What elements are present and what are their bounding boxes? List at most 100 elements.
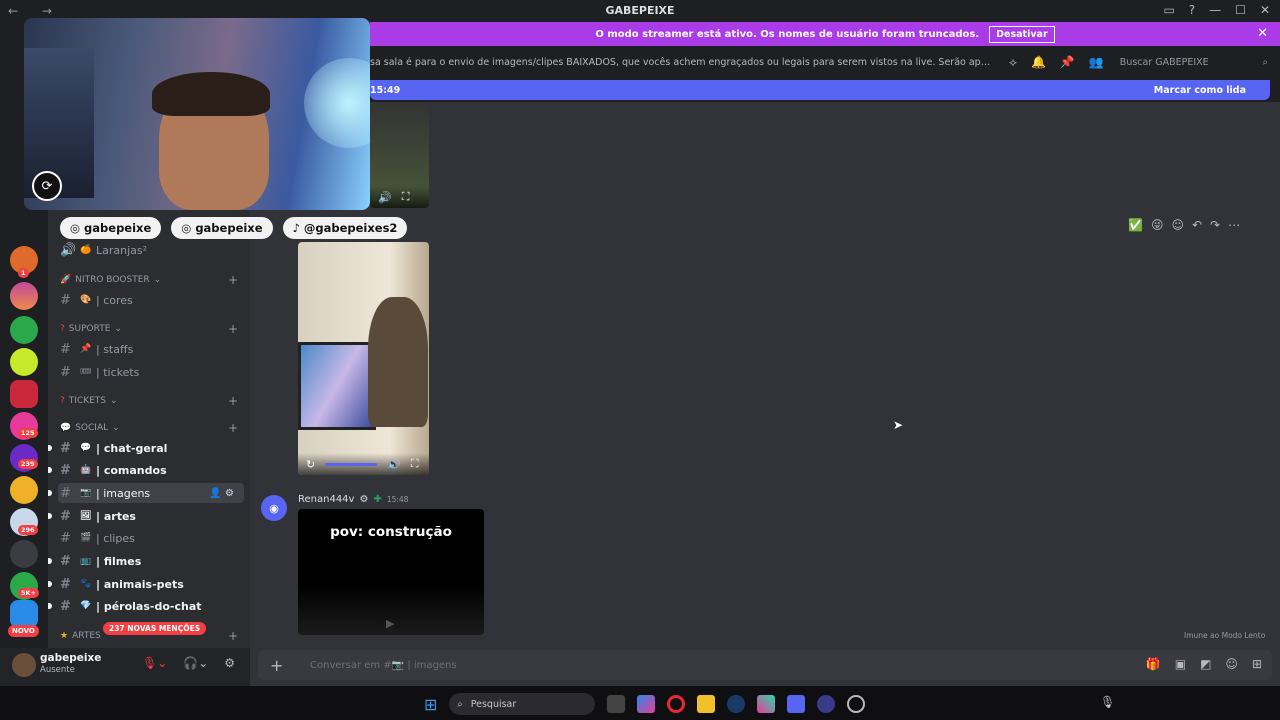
maximize-button[interactable]: ☐ bbox=[1235, 3, 1246, 17]
play-icon[interactable]: ▶ bbox=[386, 617, 394, 630]
server-icon[interactable] bbox=[10, 348, 38, 376]
replay-icon[interactable]: ↻ bbox=[306, 458, 315, 471]
add-channel-icon[interactable]: + bbox=[228, 421, 238, 435]
channel-name: | chat-geral bbox=[96, 441, 168, 455]
mic-icon[interactable]: 🎙 bbox=[1100, 695, 1115, 709]
volume-icon[interactable]: 🔊 bbox=[378, 191, 392, 204]
apps-icon[interactable]: ⊞ bbox=[1252, 657, 1262, 671]
video-attachment[interactable]: pov: construção ▶ bbox=[298, 509, 484, 635]
user-panel: gabepeixe Ausente 🎙⌄ 🎧⌄ ⚙ bbox=[0, 648, 250, 686]
opera-icon[interactable] bbox=[667, 695, 686, 713]
threads-icon[interactable]: ⟡ bbox=[1009, 55, 1017, 70]
bell-icon[interactable]: 🔔 bbox=[1031, 55, 1046, 70]
add-channel-icon[interactable]: + bbox=[228, 322, 238, 336]
server-icon[interactable] bbox=[10, 316, 38, 344]
minimize-button[interactable]: — bbox=[1209, 3, 1221, 17]
help-icon[interactable]: ? bbox=[1189, 3, 1195, 17]
new-badge: NOVO bbox=[8, 625, 39, 637]
gif-icon[interactable]: ▣ bbox=[1175, 657, 1186, 671]
search-input[interactable]: Buscar GABEPEIXE ⌕ bbox=[1113, 52, 1274, 72]
add-reaction-icon[interactable]: ☺ bbox=[1171, 218, 1184, 232]
channel-staffs[interactable]: # 📌 | staffs bbox=[58, 339, 244, 359]
channel-artes[interactable]: # 🖼 | artes bbox=[48, 506, 244, 526]
channel-settings-icon[interactable]: 👤 ⚙ bbox=[209, 488, 234, 499]
channel-topic[interactable]: sa sala é para o envio de imagens/clipes… bbox=[370, 57, 995, 68]
add-channel-icon[interactable]: + bbox=[228, 273, 238, 287]
app-icon[interactable] bbox=[757, 695, 776, 713]
close-button[interactable]: ✕ bbox=[1260, 3, 1270, 17]
server-icon[interactable] bbox=[10, 380, 38, 408]
mark-as-read-button[interactable]: Marcar como lida bbox=[1154, 85, 1246, 96]
more-icon[interactable]: ⋯ bbox=[1228, 218, 1240, 232]
gift-icon[interactable]: 🎁 bbox=[1146, 657, 1161, 671]
chevron-down-icon: ⌄ bbox=[114, 324, 122, 334]
channel-name: | imagens bbox=[96, 486, 151, 500]
channel-filmes[interactable]: # 📺 | filmes bbox=[48, 551, 244, 571]
category-suporte[interactable]: ? SUPORTE ⌄ + bbox=[60, 322, 250, 336]
hash-icon: # bbox=[60, 341, 71, 357]
volume-icon[interactable]: 🔊 bbox=[387, 458, 401, 471]
discord-icon[interactable] bbox=[787, 695, 806, 713]
channel-laranjas[interactable]: 🔊 🍊 Laranjas² bbox=[58, 240, 244, 260]
check-icon[interactable]: ✅ bbox=[1128, 218, 1143, 232]
chevron-down-icon: ⌄ bbox=[153, 275, 162, 285]
app-icon[interactable] bbox=[817, 695, 836, 713]
new-messages-bar[interactable]: 15:49 Marcar como lida bbox=[370, 80, 1270, 100]
forward-icon[interactable]: ↷ bbox=[1210, 218, 1220, 232]
obs-icon[interactable] bbox=[847, 695, 866, 713]
inbox-icon[interactable]: ▭ bbox=[1163, 3, 1174, 17]
category-social[interactable]: 💬 SOCIAL ⌄ + bbox=[60, 421, 250, 435]
author-name[interactable]: Renan444v bbox=[298, 494, 354, 505]
add-channel-icon[interactable]: + bbox=[228, 394, 238, 408]
windows-start-icon[interactable]: ⊞ bbox=[424, 695, 437, 714]
channel-cores[interactable]: # 🎨 | cores bbox=[58, 290, 244, 310]
server-icon[interactable] bbox=[10, 282, 38, 310]
username[interactable]: gabepeixe bbox=[40, 652, 101, 664]
channel-comandos[interactable]: # 🤖 | comandos bbox=[48, 460, 244, 480]
server-icon[interactable] bbox=[10, 600, 38, 628]
emoji-icon[interactable]: ☺ bbox=[1225, 657, 1238, 671]
category-tickets[interactable]: ? TICKETS ⌄ + bbox=[60, 394, 250, 408]
members-icon[interactable]: 👥 bbox=[1089, 55, 1104, 70]
social-handles: ◎ gabepeixe ◎ gabepeixe ♪ @gabepeixes2 bbox=[60, 217, 408, 239]
light-glow bbox=[304, 58, 370, 148]
channel-tickets[interactable]: # 🎟 | tickets bbox=[58, 362, 244, 382]
steam-icon[interactable] bbox=[727, 695, 746, 713]
headphones-icon[interactable]: 🎧⌄ bbox=[183, 656, 208, 670]
file-explorer-icon[interactable] bbox=[697, 695, 716, 713]
video-attachment[interactable]: ↻ 🔊 ⛶ bbox=[298, 242, 429, 475]
server-icon[interactable] bbox=[10, 540, 38, 568]
add-channel-icon[interactable]: + bbox=[228, 629, 238, 643]
reply-icon[interactable]: ↶ bbox=[1192, 218, 1202, 232]
pin-icon[interactable]: 📌 bbox=[1060, 55, 1075, 70]
channel-imagens[interactable]: # 📷 | imagens 👤 ⚙ bbox=[48, 483, 244, 503]
question-icon: ? bbox=[60, 396, 65, 406]
reaction-icon[interactable]: 😜 bbox=[1151, 218, 1164, 232]
avatar[interactable]: ◉ bbox=[261, 495, 287, 521]
new-mentions-badge[interactable]: 237 NOVAS MENÇÕES bbox=[103, 622, 207, 635]
channel-clipes[interactable]: # 🎬 | clipes bbox=[58, 528, 244, 548]
taskbar-search[interactable]: ⌕ Pesquisar bbox=[449, 693, 596, 715]
task-view-icon[interactable] bbox=[607, 695, 626, 713]
message-input[interactable]: Conversar em #📷 | imagens bbox=[310, 660, 457, 671]
channel-emoji: 📌 bbox=[80, 344, 92, 354]
channel-emoji: 🍊 bbox=[80, 245, 92, 255]
sticker-icon[interactable]: ◩ bbox=[1200, 657, 1211, 671]
disable-streamer-button[interactable]: Desativar bbox=[989, 25, 1055, 43]
fullscreen-icon[interactable]: ⛶ bbox=[402, 190, 410, 204]
progress-bar[interactable] bbox=[325, 462, 378, 466]
channel-chat-geral[interactable]: # 💬 | chat-geral bbox=[48, 438, 244, 458]
copilot-icon[interactable] bbox=[637, 695, 656, 713]
attach-plus-icon[interactable]: + bbox=[270, 656, 300, 675]
channel-animais-pets[interactable]: # 🐾 | animais-pets bbox=[48, 574, 244, 594]
gear-icon[interactable]: ⚙ bbox=[224, 656, 235, 670]
fullscreen-icon[interactable]: ⛶ bbox=[411, 457, 419, 471]
category-nitro-booster[interactable]: 🚀 NITRO BOOSTER ⌄ + bbox=[60, 273, 250, 287]
channel-perolas-do-chat[interactable]: # 💎 | pérolas-do-chat bbox=[48, 596, 244, 616]
avatar[interactable] bbox=[12, 653, 36, 677]
streamer-banner-text: O modo streamer está ativo. Os nomes de … bbox=[595, 28, 980, 40]
mic-muted-icon[interactable]: 🎙⌄ bbox=[142, 656, 167, 670]
close-icon[interactable]: ✕ bbox=[1257, 26, 1268, 41]
server-icon[interactable] bbox=[10, 476, 38, 504]
video-attachment[interactable]: 🔊 ⛶ bbox=[370, 102, 429, 208]
